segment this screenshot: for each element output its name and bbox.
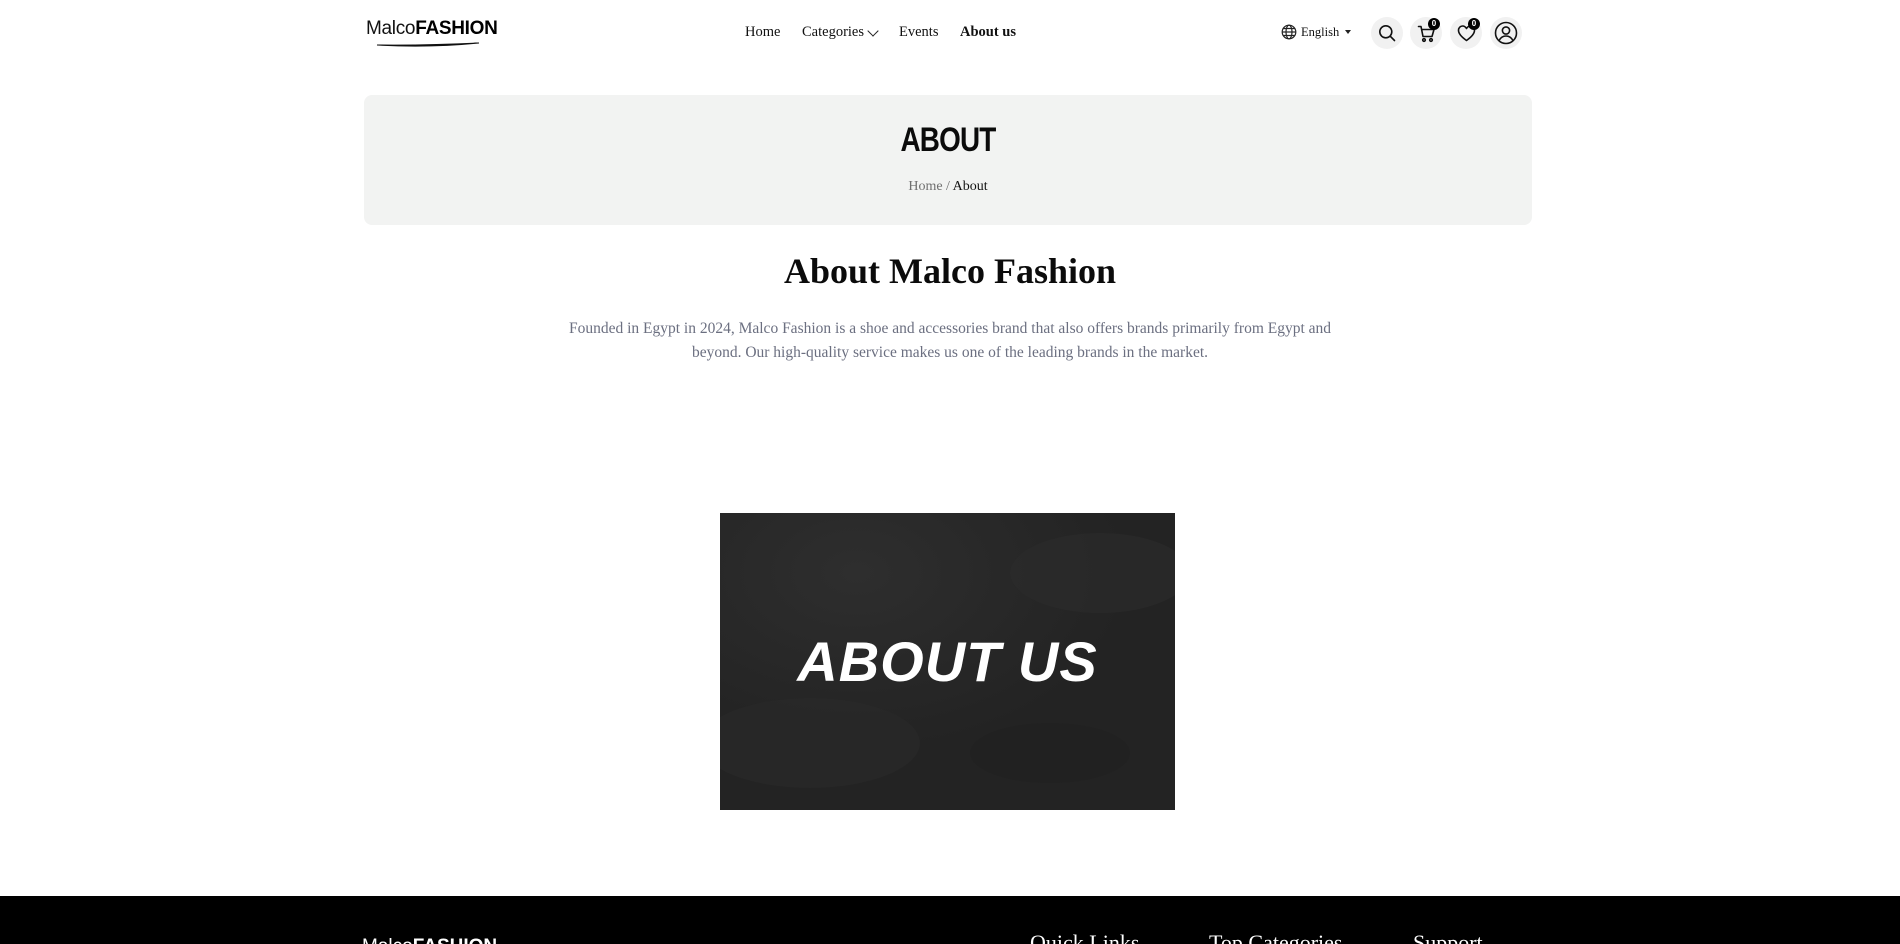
- nav-about-link[interactable]: About us: [960, 24, 1016, 41]
- about-us-image-text: ABOUT US: [797, 630, 1098, 693]
- search-icon: [1379, 25, 1396, 42]
- nav-home-link[interactable]: Home: [745, 24, 780, 41]
- logo-text-part1: Malco: [366, 18, 416, 39]
- nav-categories-label: Categories: [802, 24, 865, 40]
- account-button[interactable]: [1490, 17, 1522, 49]
- site-header: MalcoFASHION Home Categories Events Abou…: [0, 0, 1900, 68]
- about-description: Founded in Egypt in 2024, Malco Fashion …: [568, 320, 1332, 361]
- wishlist-button[interactable]: 0: [1450, 17, 1482, 49]
- about-us-image: ABOUT US: [720, 513, 1175, 810]
- nav-events-link[interactable]: Events: [899, 24, 938, 41]
- footer-heading-top-categories: Top Categories: [1209, 930, 1343, 944]
- footer-logo-part1: Malco: [362, 936, 413, 944]
- chevron-down-icon: [867, 25, 879, 37]
- about-heading: About Malco Fashion: [783, 251, 1117, 291]
- logo-text-part2: FASHION: [415, 18, 498, 39]
- globe-icon: [1281, 24, 1297, 40]
- breadcrumb-home-link[interactable]: Home: [908, 179, 942, 194]
- breadcrumb-current: About: [952, 179, 988, 194]
- language-selector[interactable]: English: [1281, 24, 1352, 40]
- breadcrumb-separator: /: [946, 179, 953, 194]
- breadcrumb: Home / About: [364, 179, 1532, 195]
- cart-button[interactable]: 0: [1410, 17, 1442, 49]
- logo-swoosh-icon: [376, 42, 480, 47]
- caret-down-icon: [1345, 30, 1352, 34]
- page-title: ABOUT: [900, 121, 996, 159]
- footer-heading-support: Support: [1413, 930, 1483, 944]
- search-button[interactable]: [1371, 17, 1403, 49]
- user-icon: [1494, 21, 1518, 45]
- site-footer: MalcoFASHION Quick Links Top Categories …: [0, 896, 1900, 944]
- footer-logo[interactable]: MalcoFASHION: [362, 936, 497, 944]
- footer-logo-part2: FASHION: [413, 936, 497, 944]
- footer-heading-quick-links: Quick Links: [1030, 930, 1140, 944]
- cart-count-badge: 0: [1428, 18, 1440, 30]
- page-hero-banner: ABOUT Home / About: [364, 95, 1532, 225]
- wishlist-count-badge: 0: [1468, 18, 1480, 30]
- language-label: English: [1301, 24, 1340, 39]
- site-logo[interactable]: MalcoFASHION: [366, 18, 498, 52]
- nav-categories-link[interactable]: Categories: [802, 24, 879, 41]
